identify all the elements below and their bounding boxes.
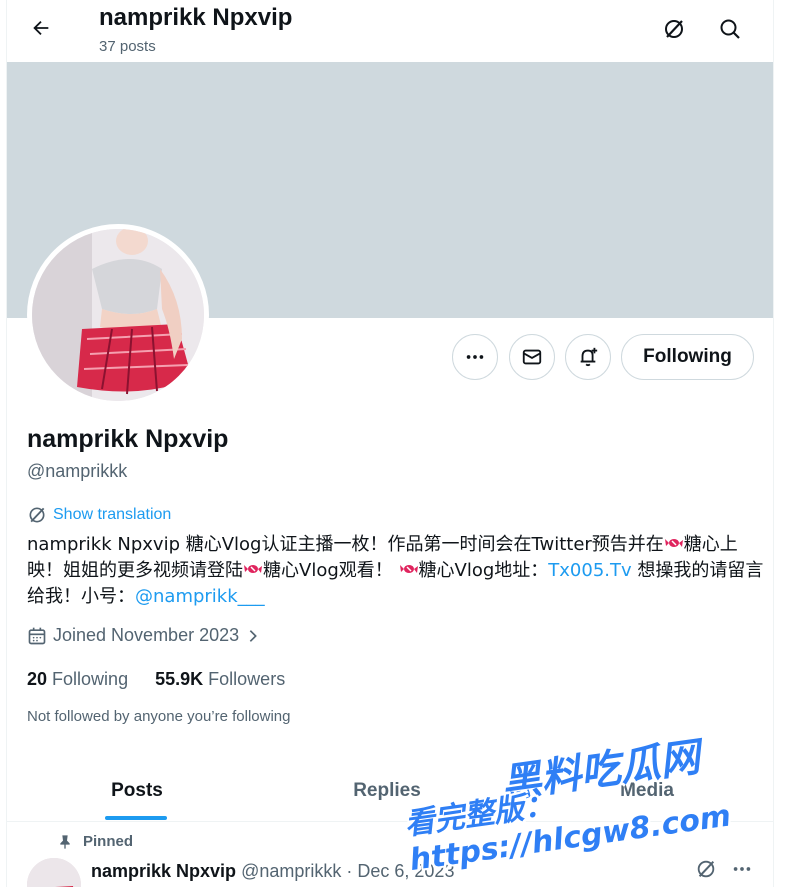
bell-plus-icon (580, 347, 598, 367)
tab-posts[interactable]: Posts (47, 760, 227, 822)
profile-header: namprikk Npxvip 37 posts (7, 0, 773, 62)
pinned-indicator: Pinned (57, 833, 133, 850)
bio-text: 糖心Vlog地址： (418, 560, 549, 581)
follow-counts: 20 Following 55.9K Followers (27, 669, 285, 690)
not-followed-notice: Not followed by anyone you’re following (27, 708, 291, 725)
post-actions (695, 858, 753, 880)
grok-icon[interactable] (659, 14, 689, 44)
message-button[interactable] (509, 334, 555, 380)
active-tab-indicator (105, 816, 167, 820)
grok-icon (29, 507, 45, 523)
search-icon[interactable] (715, 14, 745, 44)
following-link[interactable]: 20 Following (27, 669, 128, 689)
following-button[interactable]: Following (621, 334, 754, 380)
pinned-label: Pinned (83, 833, 134, 850)
post-separator: · (346, 861, 353, 881)
followers-link[interactable]: 55.9K Followers (155, 669, 285, 689)
notifications-button[interactable] (565, 334, 611, 380)
bio-link-website[interactable]: Tx005.Tv (548, 560, 631, 581)
more-icon (466, 355, 484, 359)
post-header: namprikk Npxvip @namprikkk · Dec 6, 2023 (91, 861, 454, 882)
post-author-avatar[interactable] (27, 858, 81, 887)
candy-icon (664, 539, 683, 547)
followers-label: Followers (208, 669, 286, 689)
calendar-icon (28, 627, 46, 644)
joined-label: Joined November 2023 (53, 625, 240, 645)
post-author-handle[interactable]: @namprikkk (241, 861, 341, 881)
profile-handle: @namprikkk (27, 461, 128, 481)
profile-name: namprikk Npxvip (27, 425, 229, 453)
profile-avatar[interactable] (27, 224, 209, 406)
post-author-name[interactable]: namprikk Npxvip (91, 861, 236, 881)
following-label: Following (52, 669, 129, 689)
candy-icon (399, 565, 418, 573)
pin-icon (60, 834, 70, 849)
following-count: 20 (27, 669, 48, 689)
bio-text: namprikk Npxvip 糖心Vlog认证主播一枚！作品第一时间会在Twi… (27, 534, 664, 555)
bio-link-alt-account[interactable]: @namprikk___ (135, 586, 265, 607)
mail-icon (522, 349, 542, 365)
followers-count: 55.9K (155, 669, 204, 689)
profile-bio: namprikk Npxvip 糖心Vlog认证主播一枚！作品第一时间会在Twi… (27, 532, 767, 610)
more-icon[interactable] (731, 858, 753, 880)
candy-icon (244, 565, 262, 573)
header-title: namprikk Npxvip (99, 4, 293, 31)
grok-icon[interactable] (695, 858, 717, 880)
show-translation-label[interactable]: Show translation (53, 506, 171, 524)
more-options-button[interactable] (452, 334, 498, 380)
back-arrow-icon[interactable] (27, 14, 55, 42)
post-count: 37 posts (99, 38, 156, 55)
bio-text: 糖心Vlog观看！ (263, 560, 393, 581)
joined-date[interactable]: Joined November 2023 (27, 625, 261, 646)
show-translation-link[interactable]: Show translation (27, 505, 171, 525)
chevron-right-icon (249, 629, 257, 642)
